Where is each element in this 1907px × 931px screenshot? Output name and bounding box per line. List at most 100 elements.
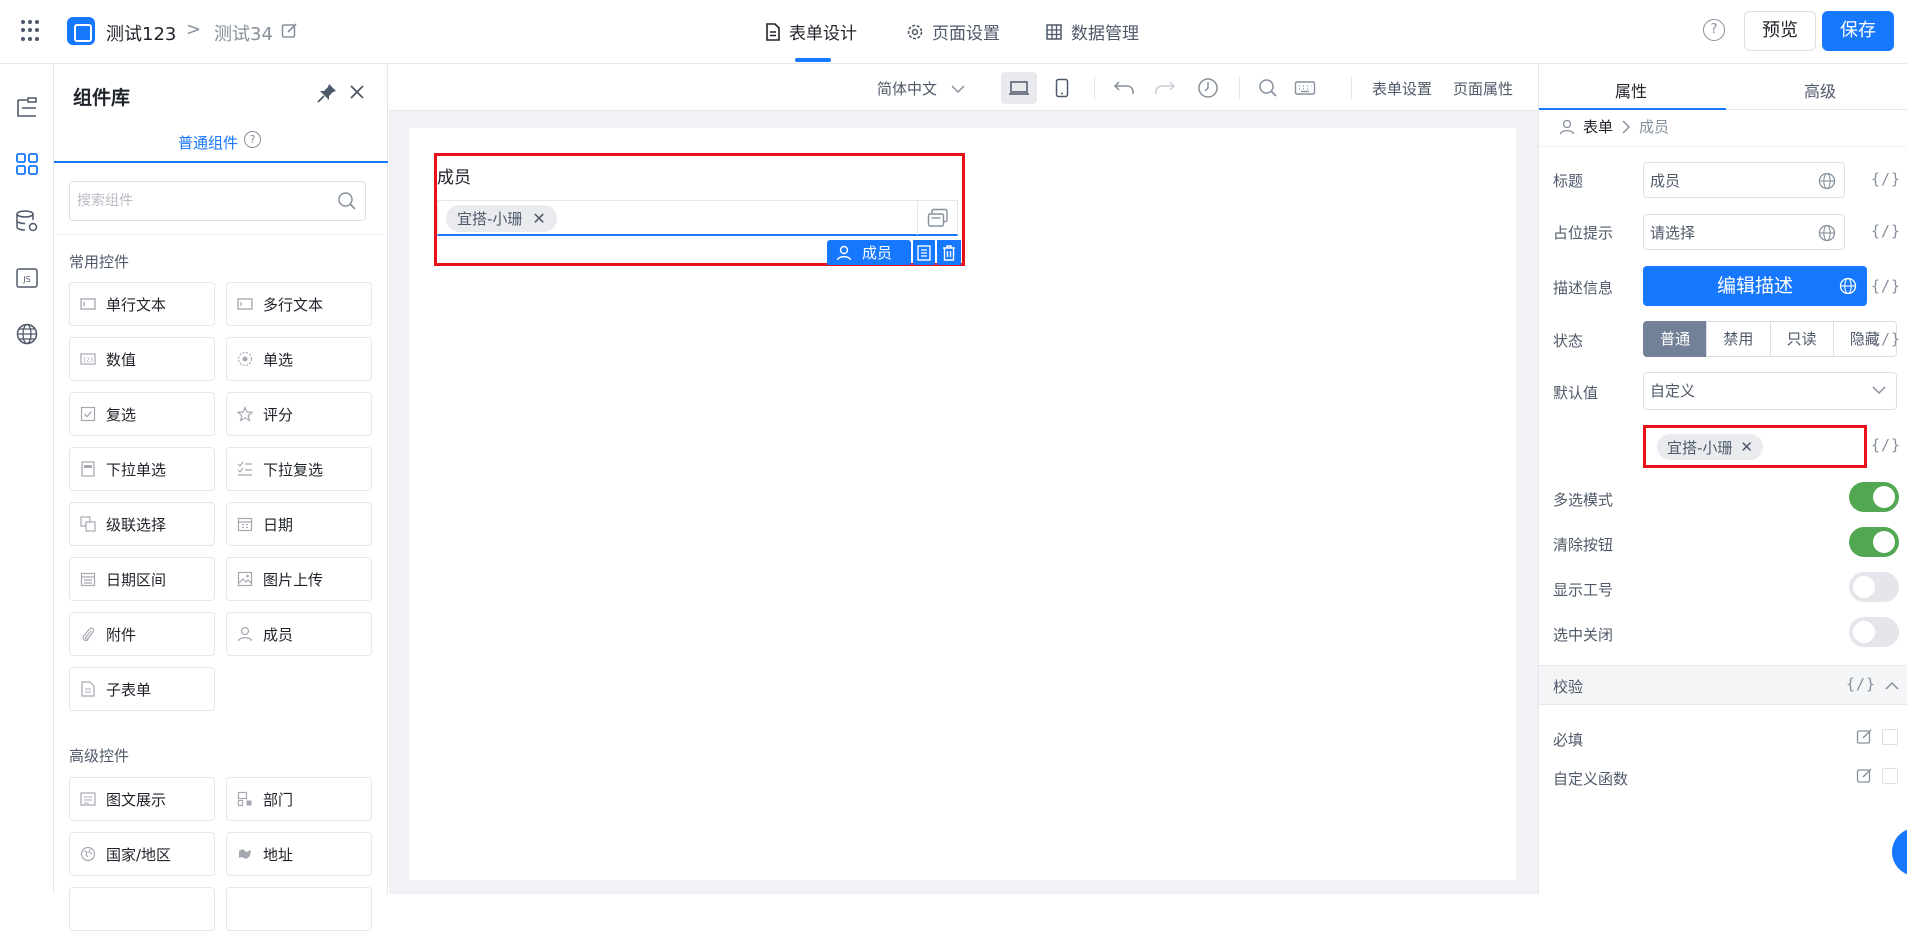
- apps-grid-icon[interactable]: [21, 20, 43, 42]
- toggle-label: 显示工号: [1553, 581, 1614, 599]
- breadcrumb-app[interactable]: 测试123: [106, 20, 176, 46]
- tab-properties[interactable]: 属性: [1615, 78, 1647, 102]
- chevron-up-icon[interactable]: [1885, 681, 1899, 691]
- component-rating[interactable]: 评分: [226, 392, 372, 436]
- toggle-knob: [1873, 486, 1895, 508]
- close-on-select-toggle[interactable]: [1849, 617, 1899, 647]
- state-option-disabled[interactable]: 禁用: [1706, 321, 1771, 357]
- close-icon[interactable]: [348, 83, 366, 101]
- divider: [54, 234, 388, 235]
- expression-icon[interactable]: {/}: [1871, 222, 1901, 240]
- expression-icon[interactable]: {/}: [1871, 436, 1901, 454]
- component-cascade[interactable]: 级联选择: [69, 502, 215, 546]
- component-label: 下拉复选: [263, 460, 324, 479]
- breadcrumb-page[interactable]: 测试34: [214, 20, 273, 46]
- component-multi-line-text[interactable]: 多行文本: [226, 282, 372, 326]
- state-option-readonly[interactable]: 只读: [1769, 321, 1834, 357]
- form-settings-link[interactable]: 表单设置: [1372, 78, 1432, 99]
- default-member-input[interactable]: 宜搭-小珊 ✕: [1643, 425, 1867, 468]
- globe-icon[interactable]: [1818, 172, 1836, 190]
- image-upload-icon: [237, 571, 253, 587]
- component-checkbox[interactable]: 复选: [69, 392, 215, 436]
- edit-description-button[interactable]: 编辑描述: [1643, 266, 1867, 306]
- toggle-label: 多选模式: [1553, 491, 1614, 509]
- component-date-range[interactable]: 日期区间: [69, 557, 215, 601]
- search-input[interactable]: [70, 182, 310, 220]
- expression-icon[interactable]: {/}: [1871, 330, 1901, 348]
- component-radio[interactable]: 单选: [226, 337, 372, 381]
- tab-form-design[interactable]: 表单设计: [765, 19, 857, 44]
- component-date[interactable]: 日期: [226, 502, 372, 546]
- remove-tag-icon[interactable]: ✕: [532, 209, 545, 228]
- save-button[interactable]: 保存: [1822, 11, 1894, 51]
- globe-icon[interactable]: [11, 318, 43, 350]
- edit-icon[interactable]: [281, 22, 299, 40]
- history-icon[interactable]: [1190, 72, 1226, 104]
- component-subform[interactable]: 子表单: [69, 667, 215, 711]
- tab-page-settings[interactable]: 页面设置: [906, 19, 1000, 44]
- expression-icon[interactable]: {/}: [1871, 277, 1901, 295]
- select-member-button[interactable]: [917, 201, 957, 235]
- date-range-icon: [80, 571, 96, 587]
- component-rich-text[interactable]: 图文展示: [69, 777, 215, 821]
- member-field-input[interactable]: 宜搭-小珊 ✕: [437, 200, 958, 236]
- data-source-icon[interactable]: [11, 205, 43, 237]
- redo-icon[interactable]: [1147, 72, 1183, 104]
- component-member[interactable]: 成员: [226, 612, 372, 656]
- outline-icon[interactable]: [11, 92, 43, 124]
- calendar-icon: [237, 516, 253, 532]
- component-address[interactable]: 地址: [226, 832, 372, 876]
- component-dropdown-single[interactable]: 下拉单选: [69, 447, 215, 491]
- expression-icon[interactable]: {/}: [1846, 675, 1876, 693]
- undo-icon[interactable]: [1106, 72, 1142, 104]
- edit-icon[interactable]: [1856, 728, 1874, 746]
- validation-section-header[interactable]: 校验 {/}: [1539, 665, 1907, 705]
- remove-tag-icon[interactable]: ✕: [1740, 438, 1753, 456]
- page-properties-link[interactable]: 页面属性: [1453, 78, 1513, 99]
- search-icon[interactable]: [1250, 72, 1286, 104]
- component-image-upload[interactable]: 图片上传: [226, 557, 372, 601]
- component-dropdown-multi[interactable]: 下拉复选: [226, 447, 372, 491]
- department-icon: [237, 791, 253, 807]
- expression-icon[interactable]: {/}: [1871, 170, 1901, 188]
- component-number[interactable]: 123 数值: [69, 337, 215, 381]
- copy-icon[interactable]: [913, 240, 935, 265]
- tab-advanced[interactable]: 高级: [1804, 78, 1836, 102]
- globe-icon[interactable]: [1839, 277, 1857, 295]
- tab-common-components[interactable]: 普通组件: [178, 132, 238, 153]
- keyboard-icon[interactable]: [1287, 72, 1323, 104]
- component-country[interactable]: 国家/地区: [69, 832, 215, 876]
- language-select[interactable]: 简体中文: [877, 78, 965, 99]
- group-title: 高级控件: [69, 747, 130, 765]
- edit-icon[interactable]: [1856, 767, 1874, 785]
- clear-button-toggle[interactable]: [1849, 527, 1899, 557]
- placeholder-label: 占位提示: [1553, 224, 1614, 242]
- multi-select-toggle[interactable]: [1849, 482, 1899, 512]
- mobile-view-icon[interactable]: [1044, 72, 1080, 104]
- show-employee-id-toggle[interactable]: [1849, 572, 1899, 602]
- help-icon[interactable]: ?: [244, 131, 261, 148]
- required-checkbox[interactable]: [1882, 729, 1898, 745]
- component-attachment[interactable]: 附件: [69, 612, 215, 656]
- pin-icon[interactable]: [316, 82, 338, 104]
- js-icon[interactable]: JS: [11, 262, 43, 294]
- component-single-line-text[interactable]: 单行文本: [69, 282, 215, 326]
- help-icon[interactable]: ?: [1703, 19, 1725, 41]
- custom-function-checkbox[interactable]: [1882, 768, 1898, 784]
- title-input[interactable]: 成员: [1643, 162, 1845, 198]
- state-option-normal[interactable]: 普通: [1643, 321, 1708, 357]
- toggle-label: 清除按钮: [1553, 536, 1614, 554]
- default-mode-select[interactable]: 自定义: [1643, 372, 1897, 410]
- breadcrumb-root[interactable]: 表单: [1583, 116, 1613, 137]
- globe-icon[interactable]: [1818, 224, 1836, 242]
- components-icon[interactable]: [11, 148, 43, 180]
- field-label: 成员: [437, 168, 471, 188]
- delete-icon[interactable]: [937, 240, 961, 265]
- component-department[interactable]: 部门: [226, 777, 372, 821]
- search-icon[interactable]: [337, 191, 357, 211]
- svg-text:JS: JS: [22, 275, 30, 284]
- desktop-view-icon[interactable]: [1001, 72, 1037, 104]
- tab-data-management[interactable]: 数据管理: [1045, 19, 1139, 44]
- placeholder-input[interactable]: 请选择: [1643, 214, 1845, 250]
- preview-button[interactable]: 预览: [1744, 11, 1816, 51]
